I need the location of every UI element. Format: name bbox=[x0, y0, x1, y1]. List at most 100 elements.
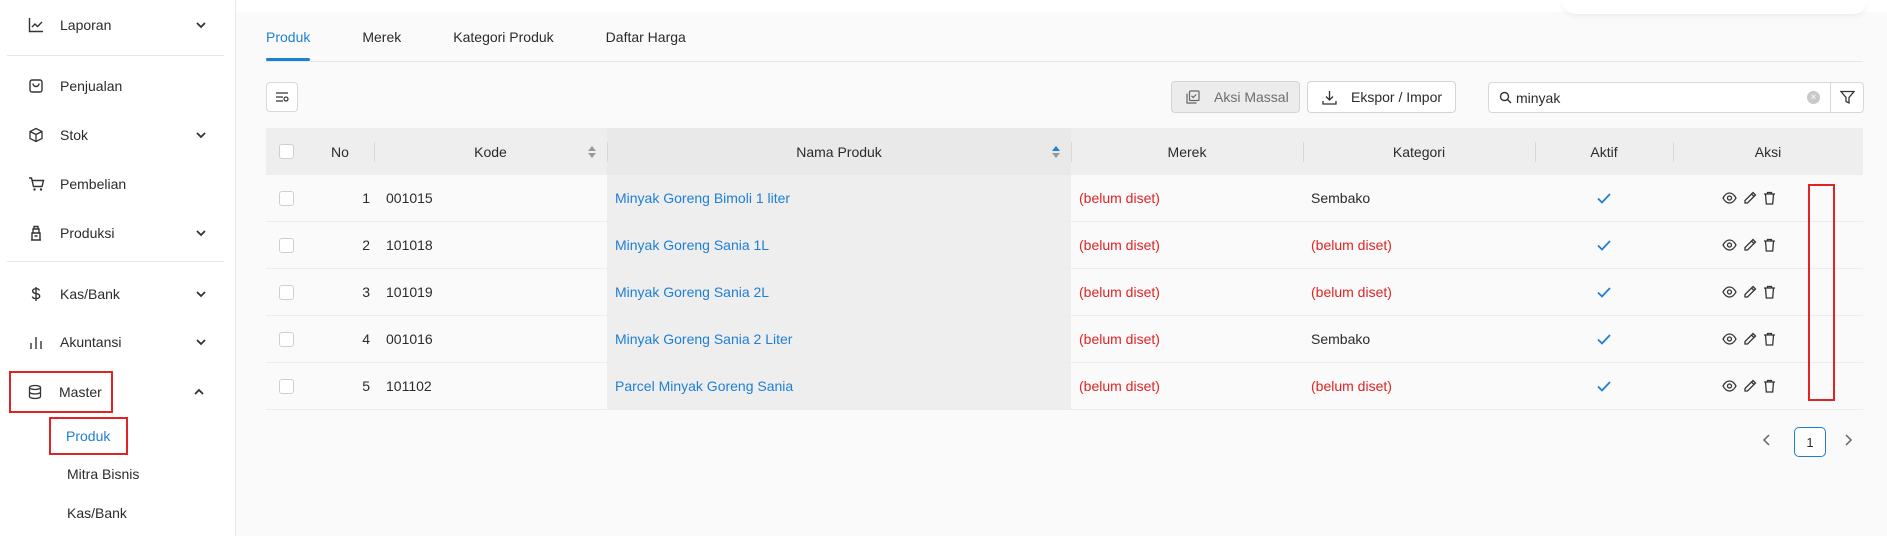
shopping-bag-icon bbox=[26, 76, 46, 96]
box-icon bbox=[26, 125, 46, 145]
check-icon bbox=[1597, 239, 1611, 251]
header-code[interactable]: Kode bbox=[374, 128, 607, 175]
row-code: 101018 bbox=[386, 237, 433, 253]
sidebar-item-pembelian[interactable]: Pembelian bbox=[12, 165, 224, 203]
view-icon[interactable] bbox=[1722, 286, 1737, 298]
chart-line-icon bbox=[26, 15, 46, 35]
row-checkbox[interactable] bbox=[278, 190, 294, 206]
edit-icon[interactable] bbox=[1743, 238, 1757, 252]
header-code-label: Kode bbox=[474, 143, 507, 160]
export-import-button[interactable]: Ekspor / Impor bbox=[1307, 81, 1456, 113]
pagination-prev-icon[interactable] bbox=[1757, 430, 1777, 450]
row-product-name-link[interactable]: Minyak Goreng Bimoli 1 liter bbox=[615, 190, 790, 206]
header-product-name[interactable]: Nama Produk bbox=[607, 128, 1071, 175]
sidebar-item-label: Kas/Bank bbox=[60, 286, 120, 302]
row-category: (belum diset) bbox=[1311, 237, 1392, 253]
view-icon[interactable] bbox=[1722, 380, 1737, 392]
row-checkbox[interactable] bbox=[278, 331, 294, 347]
delete-icon[interactable] bbox=[1763, 332, 1776, 346]
view-icon[interactable] bbox=[1722, 333, 1737, 345]
sort-asc-icon bbox=[1052, 146, 1060, 158]
edit-icon[interactable] bbox=[1743, 379, 1757, 393]
row-checkbox[interactable] bbox=[278, 378, 294, 394]
sidebar-item-kas-bank[interactable]: Kas/Bank bbox=[12, 275, 224, 313]
row-code: 101102 bbox=[386, 378, 432, 394]
tabs-divider bbox=[266, 61, 1863, 62]
sidebar-subitem-kas-bank[interactable]: Kas/Bank bbox=[51, 496, 127, 530]
row-product-name-link[interactable]: Minyak Goreng Sania 2 Liter bbox=[615, 331, 792, 347]
sidebar-item-label: Master bbox=[59, 384, 102, 400]
chevron-down-icon bbox=[196, 132, 206, 139]
row-brand: (belum diset) bbox=[1079, 331, 1160, 347]
export-import-label: Ekspor / Impor bbox=[1351, 89, 1443, 105]
column-settings-button[interactable] bbox=[266, 82, 298, 112]
row-no: 2 bbox=[362, 237, 370, 253]
row-code: 101019 bbox=[386, 284, 433, 300]
row-checkbox[interactable] bbox=[278, 284, 294, 300]
clear-search-icon[interactable]: × bbox=[1807, 91, 1820, 104]
tab-produk[interactable]: Produk bbox=[266, 24, 311, 61]
view-icon[interactable] bbox=[1722, 239, 1737, 251]
row-no: 3 bbox=[362, 284, 370, 300]
filter-button[interactable] bbox=[1830, 82, 1864, 113]
sidebar-item-label: Produksi bbox=[60, 225, 115, 241]
tab-kategori-produk[interactable]: Kategori Produk bbox=[453, 24, 553, 58]
table-body: 1 001015 Minyak Goreng Bimoli 1 liter (belu… bbox=[266, 175, 1863, 410]
row-select-cell bbox=[266, 269, 306, 315]
table-row[interactable]: 4 001016 Minyak Goreng Sania 2 Liter (belum… bbox=[266, 316, 1863, 363]
edit-icon[interactable] bbox=[1743, 332, 1757, 346]
row-checkbox[interactable] bbox=[278, 237, 294, 253]
chevron-up-icon[interactable] bbox=[192, 385, 206, 399]
table-header: No Kode Nama Produk Merek Kategori Aktif… bbox=[266, 128, 1863, 175]
sidebar-item-produksi[interactable]: Produksi bbox=[12, 214, 224, 252]
table-row[interactable]: 3 101019 Minyak Goreng Sania 2L (belum dise… bbox=[266, 269, 1863, 316]
row-active-cell bbox=[1535, 316, 1673, 362]
edit-icon[interactable] bbox=[1743, 285, 1757, 299]
sidebar-item-label: Stok bbox=[60, 127, 89, 143]
check-icon bbox=[1597, 192, 1611, 204]
sidebar-item-penjualan[interactable]: Penjualan bbox=[12, 67, 224, 105]
row-no: 5 bbox=[362, 378, 370, 394]
row-select-cell bbox=[266, 316, 306, 362]
mass-action-button[interactable]: Aksi Massal bbox=[1171, 81, 1300, 113]
tab-daftar-harga[interactable]: Daftar Harga bbox=[606, 24, 686, 58]
product-table: No Kode Nama Produk Merek Kategori Aktif… bbox=[266, 128, 1863, 410]
sort-icon bbox=[588, 146, 596, 158]
row-category: Sembako bbox=[1311, 331, 1371, 347]
delete-icon[interactable] bbox=[1763, 238, 1776, 252]
tab-merek[interactable]: Merek bbox=[362, 24, 401, 58]
sidebar-item-label: Penjualan bbox=[60, 78, 123, 94]
delete-icon[interactable] bbox=[1763, 379, 1776, 393]
sidebar-divider bbox=[7, 55, 224, 56]
sidebar-subitem-produk[interactable]: Produk bbox=[49, 417, 128, 455]
row-product-name-link[interactable]: Parcel Minyak Goreng Sania bbox=[615, 378, 793, 394]
pagination-next-icon[interactable] bbox=[1838, 430, 1858, 450]
sidebar-item-master[interactable]: Master bbox=[9, 371, 113, 413]
sidebar-subitem-mitra-bisnis[interactable]: Mitra Bisnis bbox=[51, 457, 139, 491]
sidebar-item-laporan[interactable]: Laporan bbox=[12, 6, 224, 44]
sidebar-item-stok[interactable]: Stok bbox=[12, 116, 224, 154]
delete-icon[interactable] bbox=[1763, 191, 1776, 205]
table-row[interactable]: 2 101018 Minyak Goreng Sania 1L (belum dise… bbox=[266, 222, 1863, 269]
database-icon bbox=[25, 382, 45, 402]
edit-column-highlight bbox=[1808, 184, 1835, 401]
select-all-checkbox[interactable] bbox=[278, 144, 294, 159]
search-input[interactable] bbox=[1516, 89, 1806, 106]
cart-icon bbox=[26, 174, 46, 194]
edit-icon[interactable] bbox=[1743, 191, 1757, 205]
sidebar-item-akuntansi[interactable]: Akuntansi bbox=[12, 323, 224, 361]
delete-icon[interactable] bbox=[1763, 285, 1776, 299]
row-product-name-link[interactable]: Minyak Goreng Sania 1L bbox=[615, 237, 769, 253]
row-brand: (belum diset) bbox=[1079, 284, 1160, 300]
sidebar-divider bbox=[7, 261, 224, 262]
pagination-current-page[interactable]: 1 bbox=[1794, 427, 1826, 457]
row-product-name-link[interactable]: Minyak Goreng Sania 2L bbox=[615, 284, 769, 300]
row-category: Sembako bbox=[1311, 190, 1371, 206]
view-icon[interactable] bbox=[1722, 192, 1737, 204]
row-brand: (belum diset) bbox=[1079, 378, 1160, 394]
top-right-panel bbox=[1562, 0, 1867, 14]
header-actions: Aksi bbox=[1673, 128, 1863, 175]
table-row[interactable]: 5 101102 Parcel Minyak Goreng Sania (belum … bbox=[266, 363, 1863, 410]
table-row[interactable]: 1 001015 Minyak Goreng Bimoli 1 liter (belu… bbox=[266, 175, 1863, 222]
row-no: 4 bbox=[362, 331, 370, 347]
